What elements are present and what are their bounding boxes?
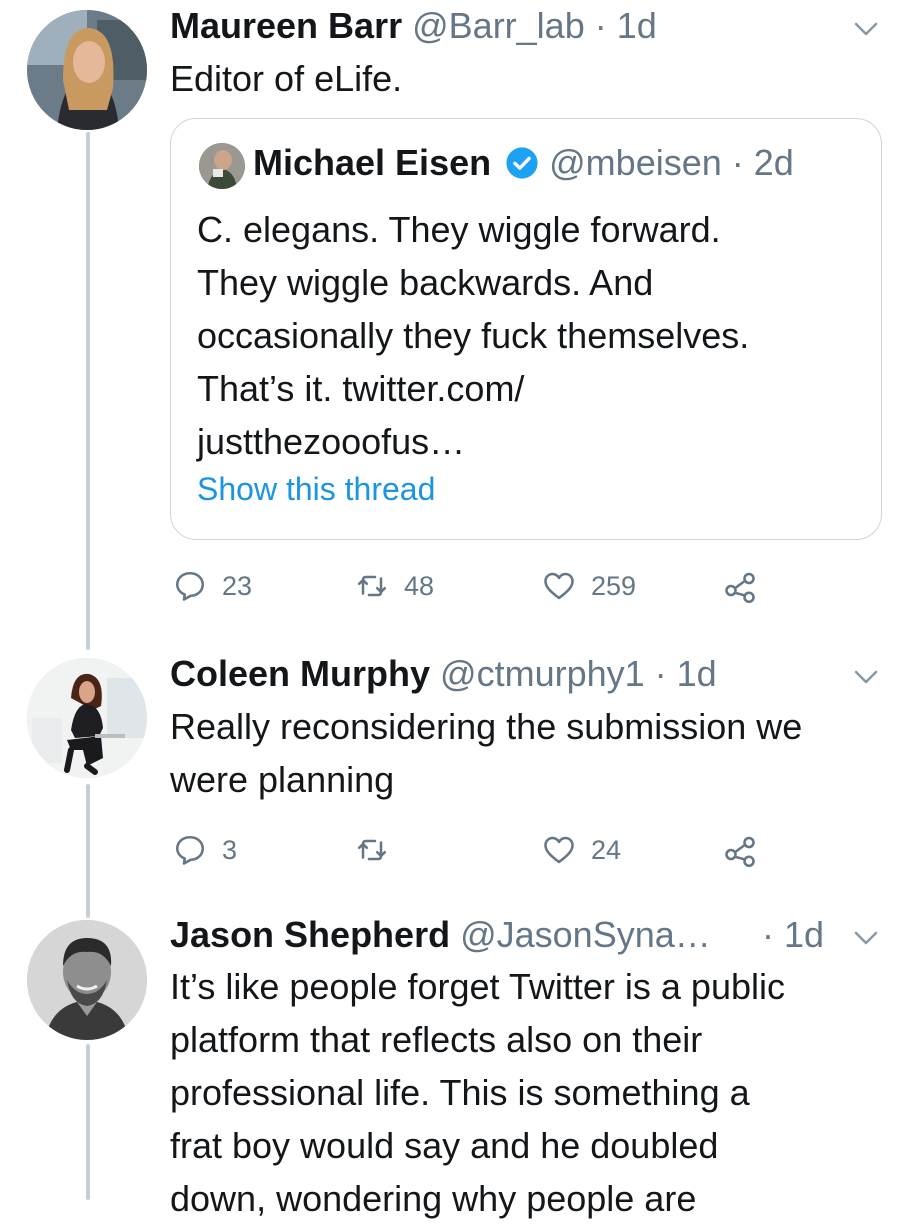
- tweet-time[interactable]: · 1d: [655, 653, 717, 694]
- reply-icon: [172, 832, 208, 868]
- avatar[interactable]: [27, 920, 147, 1040]
- chevron-down-icon[interactable]: [851, 14, 881, 44]
- tweet-text-line: Really reconsidering the submission we: [170, 706, 803, 747]
- tweet-time[interactable]: · 1d: [762, 911, 824, 959]
- tweet-header: Coleen Murphy @ctmurphy1 · 1d: [170, 650, 717, 698]
- quoted-text-line: occasionally they fuck themselves.: [197, 315, 750, 356]
- retweet-icon: [354, 568, 390, 604]
- tweet-text-line: platform that reflects also on their: [170, 1019, 703, 1060]
- tweet-text-line: professional life. This is something a: [170, 1072, 750, 1113]
- like-button[interactable]: 259: [541, 566, 636, 606]
- quoted-text: C. elegans. They wiggle forward. They wi…: [197, 203, 867, 468]
- chevron-down-icon[interactable]: [851, 923, 881, 953]
- reply-button[interactable]: 3: [172, 830, 237, 870]
- chevron-down-icon[interactable]: [851, 662, 881, 692]
- quoted-text-line: They wiggle backwards. And: [197, 262, 654, 303]
- tweet-text-line: frat boy would say and he doubled: [170, 1125, 719, 1166]
- tweet-text-line: down, wondering why people are: [170, 1178, 697, 1219]
- like-count: 24: [591, 834, 622, 865]
- reply-count: 3: [222, 834, 238, 865]
- quoted-text-line[interactable]: That’s it. twitter.com/: [197, 362, 867, 415]
- like-button[interactable]: 24: [541, 830, 621, 870]
- reply-count: 23: [222, 570, 253, 601]
- thread-line: [86, 132, 90, 650]
- tweet-time[interactable]: · 1d: [595, 5, 657, 46]
- tweet-text: Editor of eLife.: [170, 58, 403, 99]
- share-button[interactable]: [722, 830, 758, 870]
- quoted-header: Michael Eisen @mbeisen · 2d: [253, 139, 794, 187]
- author-handle[interactable]: @JasonSyna…: [460, 914, 711, 955]
- author-handle[interactable]: @Barr_lab: [412, 5, 585, 46]
- retweet-count: 48: [404, 570, 435, 601]
- retweet-icon: [354, 832, 390, 868]
- tweet-text-line: were planning: [170, 759, 395, 800]
- heart-icon: [541, 568, 577, 604]
- quoted-tweet[interactable]: Michael Eisen @mbeisen · 2d C. elegans. …: [170, 118, 882, 540]
- retweet-button[interactable]: [354, 830, 390, 870]
- tweet-header: Jason Shepherd @JasonSyna…: [170, 911, 711, 959]
- share-icon: [722, 832, 758, 868]
- reply-button[interactable]: 23: [172, 566, 252, 606]
- show-thread-link[interactable]: Show this thread: [197, 471, 435, 508]
- avatar[interactable]: [27, 658, 147, 778]
- author-handle[interactable]: @ctmurphy1: [440, 653, 645, 694]
- reply-icon: [172, 568, 208, 604]
- author-name[interactable]: Maureen Barr: [170, 5, 402, 46]
- like-count: 259: [591, 570, 637, 601]
- retweet-button[interactable]: 48: [354, 566, 434, 606]
- quoted-author-handle[interactable]: @mbeisen: [549, 142, 722, 183]
- quoted-time[interactable]: · 2d: [732, 142, 794, 183]
- quoted-text-line[interactable]: justthezooofus…: [197, 415, 867, 468]
- tweet-text-line: It’s like people forget Twitter is a pub…: [170, 966, 785, 1007]
- avatar[interactable]: [199, 143, 245, 189]
- heart-icon: [541, 832, 577, 868]
- thread-line: [86, 784, 90, 918]
- quoted-text-line: C. elegans. They wiggle forward.: [197, 209, 721, 250]
- verified-badge-icon: [505, 146, 539, 180]
- avatar[interactable]: [27, 10, 147, 130]
- author-name[interactable]: Jason Shepherd: [170, 914, 450, 955]
- tweet-text: Really reconsidering the submission we w…: [170, 700, 802, 806]
- share-button[interactable]: [722, 566, 758, 606]
- thread-line: [86, 1044, 90, 1200]
- tweet-header: Maureen Barr @Barr_lab · 1d: [170, 2, 657, 50]
- quoted-author-name[interactable]: Michael Eisen: [253, 142, 491, 183]
- tweet-text: It’s like people forget Twitter is a pub…: [170, 960, 785, 1225]
- author-name[interactable]: Coleen Murphy: [170, 653, 430, 694]
- share-icon: [722, 568, 758, 604]
